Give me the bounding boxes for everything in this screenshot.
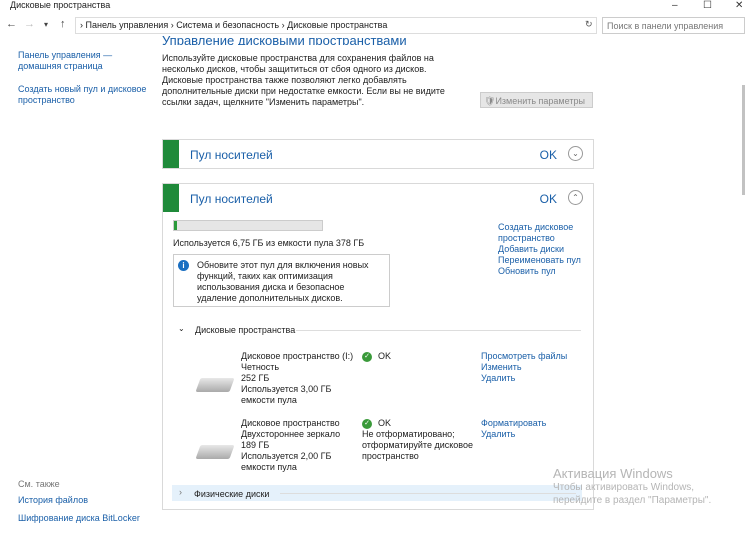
pool-title: Пул носителей bbox=[190, 192, 273, 206]
view-files-link[interactable]: Просмотреть файлы bbox=[481, 351, 567, 362]
check-icon: ✓ bbox=[362, 352, 372, 362]
watermark-title: Активация Windows bbox=[553, 466, 673, 481]
maximize-button[interactable]: ☐ bbox=[703, 0, 712, 11]
drive-icon bbox=[195, 445, 235, 459]
minimize-button[interactable]: – bbox=[672, 0, 678, 11]
pool-status: OK bbox=[539, 192, 557, 206]
watermark-line1: Чтобы активировать Windows, bbox=[553, 482, 695, 493]
pool-accent bbox=[163, 140, 179, 168]
pool-usage-fill bbox=[174, 221, 177, 230]
back-button[interactable]: ← bbox=[6, 18, 17, 30]
space-layout: Двухстороннее зеркало bbox=[241, 429, 341, 439]
space-info: Дисковое пространство Двухстороннее зерк… bbox=[241, 418, 356, 473]
rename-pool-link[interactable]: Переименовать пул bbox=[498, 255, 588, 266]
space-actions: Просмотреть файлы Изменить Удалить bbox=[481, 351, 567, 384]
bitlocker-link[interactable]: Шифрование диска BitLocker bbox=[18, 513, 140, 523]
forward-button[interactable]: → bbox=[24, 18, 35, 30]
shield-icon: 🛡 bbox=[484, 96, 496, 106]
change-link[interactable]: Изменить bbox=[481, 362, 567, 373]
pool-usage-text: Используется 6,75 ГБ из емкости пула 378… bbox=[173, 238, 365, 248]
chevron-down-icon[interactable]: ⌄ bbox=[178, 324, 185, 333]
divider bbox=[296, 330, 581, 331]
up-button[interactable]: ↑ bbox=[60, 18, 66, 30]
space-status: OK bbox=[378, 418, 392, 428]
chevron-down-icon[interactable]: ⌄ bbox=[568, 146, 583, 161]
change-settings-label: Изменить параметры bbox=[495, 96, 585, 106]
change-settings-button[interactable]: 🛡Изменить параметры bbox=[480, 92, 593, 108]
page-title: Управление дисковыми пространствами bbox=[162, 33, 407, 45]
breadcrumb-separator: › bbox=[281, 20, 285, 30]
pool-header[interactable]: Пул носителей OK ⌃ bbox=[163, 184, 593, 212]
space-status-note: Не отформатировано; отформатируйте диско… bbox=[362, 429, 473, 461]
add-disks-link[interactable]: Добавить диски bbox=[498, 244, 588, 255]
pool-card-collapsed: Пул носителей OK ⌄ bbox=[162, 139, 594, 169]
upgrade-pool-link[interactable]: Обновить пул bbox=[498, 266, 588, 277]
drive-icon bbox=[195, 378, 235, 392]
space-size: 252 ГБ bbox=[241, 373, 270, 383]
scrollbar[interactable] bbox=[742, 40, 748, 470]
sidebar-item-home[interactable]: Панель управления — домашняя страница bbox=[18, 50, 148, 72]
breadcrumb-separator: › bbox=[170, 20, 174, 30]
pool-usage-bar bbox=[173, 220, 323, 231]
upgrade-info-box: Обновите этот пул для включения новых фу… bbox=[173, 254, 390, 307]
activation-watermark: Активация Windows Чтобы активировать Win… bbox=[553, 466, 711, 507]
physical-disks-section[interactable]: › Физические диски bbox=[172, 485, 582, 501]
scrollbar-thumb[interactable] bbox=[742, 85, 745, 195]
space-status: OK bbox=[378, 351, 392, 361]
info-icon: i bbox=[178, 260, 189, 271]
title-bar: Дисковые пространства – ☐ ✕ bbox=[0, 0, 750, 14]
space-used: Используется 3,00 ГБ емкости пула bbox=[241, 384, 332, 405]
divider bbox=[280, 493, 576, 494]
pool-header[interactable]: Пул носителей OK ⌄ bbox=[163, 140, 593, 168]
intro-text: Используйте дисковые пространства для со… bbox=[162, 53, 445, 107]
breadcrumb: › Панель управления › Система и безопасн… bbox=[80, 20, 387, 30]
space-name: Дисковое пространство (I:) bbox=[241, 351, 354, 361]
file-history-link[interactable]: История файлов bbox=[18, 495, 88, 505]
space-info: Дисковое пространство (I:) Четность 252 … bbox=[241, 351, 356, 406]
space-size: 189 ГБ bbox=[241, 440, 270, 450]
check-icon: ✓ bbox=[362, 419, 372, 429]
sidebar: Панель управления — домашняя страница Со… bbox=[18, 50, 148, 118]
delete-link[interactable]: Удалить bbox=[481, 373, 567, 384]
space-layout: Четность bbox=[241, 362, 280, 372]
create-space-link[interactable]: Создать дисковое пространство bbox=[498, 222, 588, 244]
watermark-line2: перейдите в раздел "Параметры". bbox=[553, 495, 712, 506]
breadcrumb-separator: › bbox=[80, 20, 83, 30]
format-link[interactable]: Форматировать bbox=[481, 418, 546, 429]
pool-title: Пул носителей bbox=[190, 148, 273, 162]
breadcrumb-control-panel[interactable]: Панель управления bbox=[86, 20, 169, 30]
physical-disks-header: Физические диски bbox=[194, 489, 270, 499]
pool-status: OK bbox=[539, 148, 557, 162]
space-used: Используется 2,00 ГБ емкости пула bbox=[241, 451, 332, 472]
recent-dropdown[interactable]: ▾ bbox=[44, 20, 48, 29]
window-title: Дисковые пространства bbox=[10, 0, 111, 10]
delete-link[interactable]: Удалить bbox=[481, 429, 546, 440]
sidebar-item-create-pool[interactable]: Создать новый пул и дисковое пространств… bbox=[18, 84, 148, 106]
space-name: Дисковое пространство bbox=[241, 418, 340, 428]
space-actions: Форматировать Удалить bbox=[481, 418, 546, 440]
spaces-section-header[interactable]: Дисковые пространства bbox=[195, 325, 295, 335]
pool-actions: Создать дисковое пространство Добавить д… bbox=[498, 222, 588, 277]
chevron-right-icon: › bbox=[179, 487, 182, 497]
pool-accent bbox=[163, 184, 179, 212]
chevron-up-icon[interactable]: ⌃ bbox=[568, 190, 583, 205]
close-button[interactable]: ✕ bbox=[735, 0, 743, 11]
search-input[interactable]: Поиск в панели управления bbox=[602, 17, 745, 34]
breadcrumb-storage-spaces[interactable]: Дисковые пространства bbox=[287, 20, 387, 30]
refresh-icon[interactable]: ↻ bbox=[585, 19, 593, 30]
see-also-label: См. также bbox=[18, 479, 60, 489]
breadcrumb-system-security[interactable]: Система и безопасность bbox=[176, 20, 279, 30]
